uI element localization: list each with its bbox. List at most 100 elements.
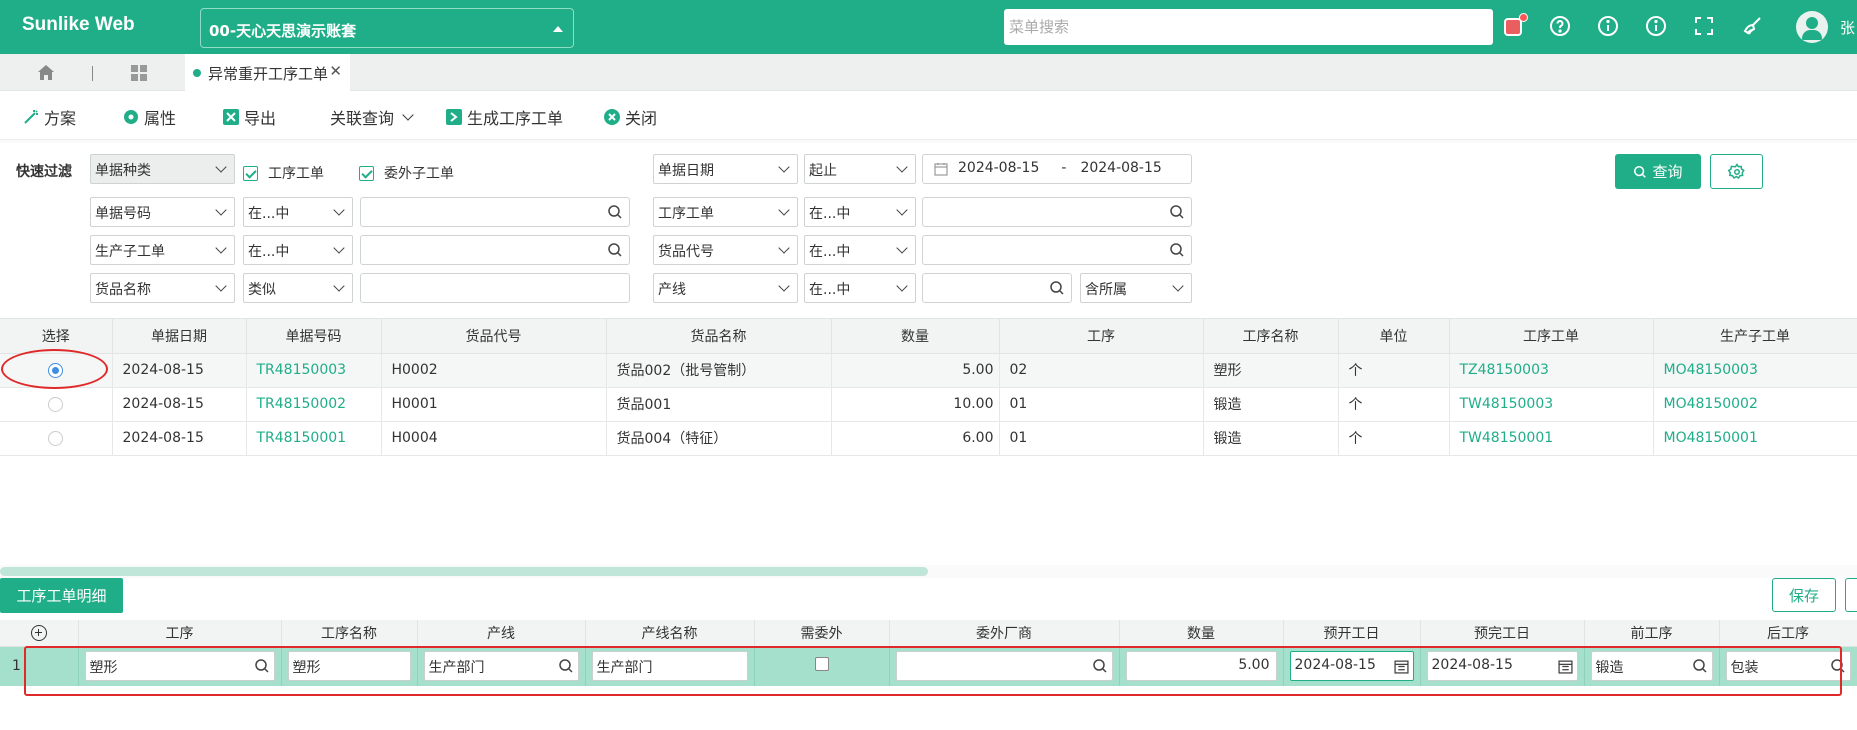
- finish-date-cell[interactable]: 2024-08-15: [1420, 646, 1585, 686]
- col-prev-process[interactable]: 前工序: [1584, 620, 1720, 647]
- process-order-checkbox[interactable]: 工序工单: [243, 163, 324, 183]
- col-line[interactable]: 产线: [417, 620, 586, 647]
- col-quantity[interactable]: 数量: [831, 319, 1000, 354]
- search-icon[interactable]: [1049, 280, 1065, 296]
- doc-number-op-select[interactable]: 在...中: [243, 197, 353, 227]
- filter-settings-button[interactable]: [1710, 154, 1763, 189]
- detail-row[interactable]: 1 塑形 塑形 生产部门 生产部门 5.00 2024-08-15 2024-0…: [0, 646, 1857, 686]
- search-icon[interactable]: [607, 242, 623, 258]
- line-input[interactable]: [922, 273, 1072, 303]
- item-code-field-select[interactable]: 货品代号: [653, 235, 798, 265]
- col-planned-finish[interactable]: 预完工日: [1420, 620, 1585, 647]
- save-button[interactable]: 保存: [1772, 578, 1836, 612]
- help-icon[interactable]: [1548, 14, 1572, 38]
- sub-order-field-select[interactable]: 生产子工单: [90, 235, 235, 265]
- sub-order-input[interactable]: [360, 235, 630, 265]
- line-name-cell[interactable]: 生产部门: [585, 646, 755, 686]
- related-query-dropdown[interactable]: 关联查询: [330, 105, 414, 129]
- search-icon[interactable]: [558, 658, 574, 674]
- cell-process-order-link[interactable]: TZ48150003: [1449, 353, 1654, 388]
- generate-process-order-button[interactable]: 生成工序工单: [445, 105, 563, 129]
- add-row-cell[interactable]: [0, 620, 79, 647]
- grid-apps-icon[interactable]: [129, 63, 149, 83]
- info-icon[interactable]: [1596, 14, 1620, 38]
- cell-process-order-link[interactable]: TW48150001: [1449, 421, 1654, 456]
- close-button[interactable]: 关闭: [603, 105, 657, 129]
- col-sub-order[interactable]: 生产子工单: [1653, 319, 1857, 354]
- search-icon[interactable]: [607, 204, 623, 220]
- item-name-field-select[interactable]: 货品名称: [90, 273, 235, 303]
- add-circle-icon[interactable]: [30, 624, 47, 641]
- item-name-input[interactable]: [360, 273, 630, 303]
- item-code-op-select[interactable]: 在...中: [804, 235, 916, 265]
- fullscreen-icon[interactable]: [1692, 14, 1716, 38]
- search-icon[interactable]: [1830, 658, 1846, 674]
- search-icon[interactable]: [1692, 658, 1708, 674]
- tab-abnormal-reopen[interactable]: 异常重开工序工单 ✕: [185, 54, 350, 91]
- clear-broom-icon[interactable]: [1740, 14, 1764, 38]
- cell-doc-number-link[interactable]: TR48150003: [246, 353, 382, 388]
- col-vendor[interactable]: 委外厂商: [889, 620, 1120, 647]
- col-select[interactable]: 选择: [0, 319, 113, 354]
- item-code-input[interactable]: [922, 235, 1192, 265]
- doc-type-select[interactable]: 单据种类: [90, 154, 235, 184]
- process-order-field-select[interactable]: 工序工单: [653, 197, 798, 227]
- process-order-op-select[interactable]: 在...中: [804, 197, 916, 227]
- radio-empty-icon[interactable]: [48, 396, 64, 412]
- select-cell[interactable]: [0, 421, 113, 456]
- process-name-input[interactable]: 塑形: [287, 651, 411, 682]
- cell-sub-order-link[interactable]: MO48150002: [1653, 387, 1857, 422]
- line-op-select[interactable]: 在...中: [804, 273, 916, 303]
- col-process-order[interactable]: 工序工单: [1449, 319, 1654, 354]
- tab-process-order-detail[interactable]: 工序工单明细: [0, 578, 123, 613]
- notification-icon[interactable]: [1502, 13, 1528, 38]
- process-order-input[interactable]: [922, 197, 1192, 227]
- include-sub-select[interactable]: 含所属: [1080, 273, 1192, 303]
- table-row[interactable]: 2024-08-15 TR48150001 H0004 货品004（特征） 6.…: [0, 421, 1857, 456]
- quantity-cell[interactable]: 5.00: [1119, 646, 1284, 686]
- cell-sub-order-link[interactable]: MO48150003: [1653, 353, 1857, 388]
- about-icon[interactable]: [1644, 14, 1668, 38]
- menu-search-input[interactable]: [1004, 9, 1493, 45]
- radio-empty-icon[interactable]: [48, 430, 64, 446]
- line-name-input[interactable]: 生产部门: [591, 651, 748, 682]
- search-icon[interactable]: [1169, 204, 1185, 220]
- search-icon[interactable]: [1092, 658, 1108, 674]
- sub-order-op-select[interactable]: 在...中: [243, 235, 353, 265]
- col-need-outsource[interactable]: 需委外: [754, 620, 890, 647]
- col-item-name[interactable]: 货品名称: [606, 319, 832, 354]
- next-process-input[interactable]: 包装: [1725, 651, 1851, 682]
- outsource-cell[interactable]: [754, 646, 890, 686]
- doc-number-field-select[interactable]: 单据号码: [90, 197, 235, 227]
- vendor-cell[interactable]: [889, 646, 1120, 686]
- outsource-checkbox[interactable]: [814, 657, 829, 672]
- table-row[interactable]: 2024-08-15 TR48150002 H0001 货品001 10.00 …: [0, 387, 1857, 422]
- col-line-name[interactable]: 产线名称: [585, 620, 755, 647]
- properties-button[interactable]: 属性: [122, 105, 176, 129]
- cell-doc-number-link[interactable]: TR48150001: [246, 421, 382, 456]
- date-range-input[interactable]: 2024-08-15-2024-08-15: [922, 154, 1192, 184]
- process-name-cell[interactable]: 塑形: [281, 646, 418, 686]
- search-icon[interactable]: [254, 658, 270, 674]
- horizontal-scrollbar[interactable]: [0, 567, 928, 576]
- search-icon[interactable]: [1169, 242, 1185, 258]
- col-process[interactable]: 工序: [78, 620, 282, 647]
- date-field-select[interactable]: 单据日期: [653, 154, 798, 184]
- home-icon[interactable]: [36, 63, 56, 83]
- user-name[interactable]: 张: [1840, 17, 1855, 38]
- cell-sub-order-link[interactable]: MO48150001: [1653, 421, 1857, 456]
- export-button[interactable]: 导出: [222, 105, 276, 129]
- cell-doc-number-link[interactable]: TR48150002: [246, 387, 382, 422]
- line-field-select[interactable]: 产线: [653, 273, 798, 303]
- table-row[interactable]: 2024-08-15 TR48150003 H0002 货品002（批号管制） …: [0, 353, 1857, 388]
- secondary-button[interactable]: [1845, 578, 1857, 612]
- avatar[interactable]: [1796, 11, 1828, 43]
- calendar-icon[interactable]: [1393, 659, 1409, 674]
- calendar-icon[interactable]: [1557, 659, 1573, 674]
- line-cell[interactable]: 生产部门: [417, 646, 586, 686]
- col-unit[interactable]: 单位: [1338, 319, 1450, 354]
- doc-number-input[interactable]: [360, 197, 630, 227]
- item-name-op-select[interactable]: 类似: [243, 273, 353, 303]
- cell-process-order-link[interactable]: TW48150003: [1449, 387, 1654, 422]
- col-process-name[interactable]: 工序名称: [1203, 319, 1339, 354]
